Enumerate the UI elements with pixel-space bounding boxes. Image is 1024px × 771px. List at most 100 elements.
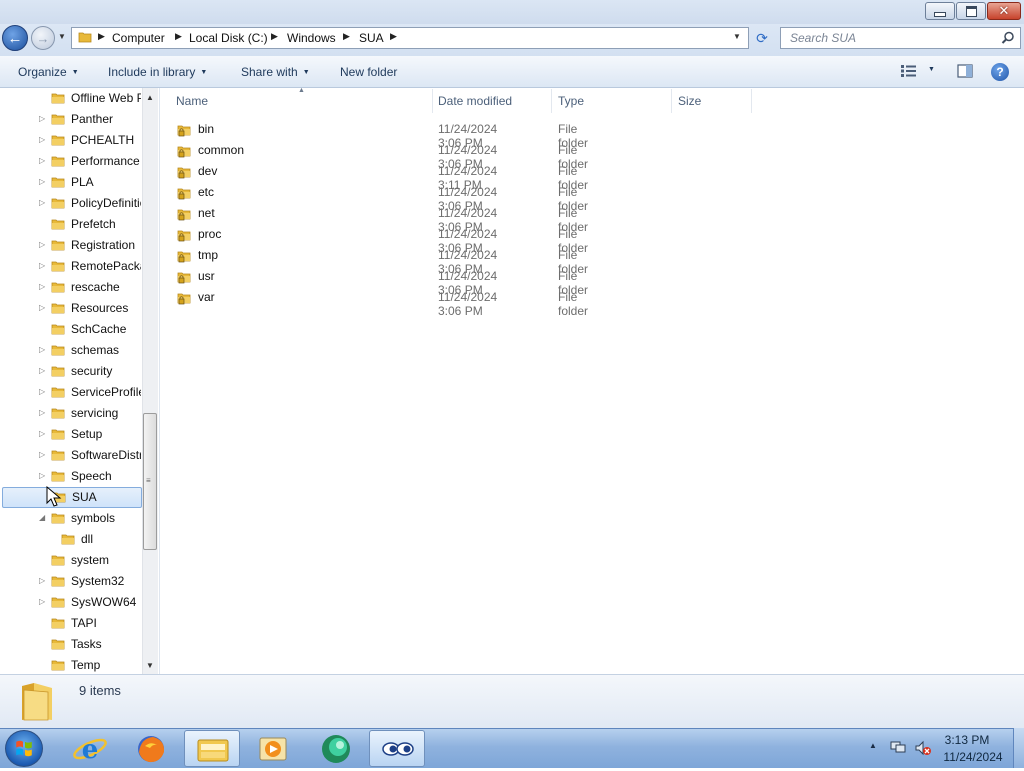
- recent-pages-dropdown[interactable]: ▼: [58, 32, 68, 44]
- file-name[interactable]: bin: [198, 122, 214, 136]
- clock-date[interactable]: 11/24/2024: [937, 750, 1009, 764]
- taskbar-eyes-app[interactable]: [369, 730, 425, 767]
- tree-item-tapi[interactable]: TAPI: [0, 613, 142, 634]
- tree-item-syswow64[interactable]: ▷ SysWOW64: [0, 592, 142, 613]
- expand-arrow-icon[interactable]: ▷: [39, 303, 45, 312]
- breadcrumb-separator-icon[interactable]: ▶: [175, 31, 182, 42]
- expand-arrow-icon[interactable]: ▷: [39, 429, 45, 438]
- start-button[interactable]: [5, 730, 43, 767]
- file-name[interactable]: dev: [198, 164, 217, 178]
- file-name[interactable]: etc: [198, 185, 214, 199]
- maximize-button[interactable]: [956, 2, 986, 20]
- tree-item-setup[interactable]: ▷ Setup: [0, 424, 142, 445]
- file-name[interactable]: usr: [198, 269, 215, 283]
- tree-item-remotepackages[interactable]: ▷ RemotePackages: [0, 256, 142, 277]
- help-icon[interactable]: ?: [991, 63, 1009, 81]
- tree-item-system32[interactable]: ▷ System32: [0, 571, 142, 592]
- organize-button[interactable]: Organize ▼: [18, 65, 79, 79]
- tree-item-security[interactable]: ▷ security: [0, 361, 142, 382]
- tree-item-rescache[interactable]: ▷ rescache: [0, 277, 142, 298]
- tree-item-system[interactable]: system: [0, 550, 142, 571]
- new-folder-button[interactable]: New folder: [340, 65, 397, 79]
- column-divider[interactable]: [751, 89, 752, 113]
- tree-item-pla[interactable]: ▷ PLA: [0, 172, 142, 193]
- breadcrumb-separator-icon[interactable]: ▶: [343, 31, 350, 42]
- forward-button[interactable]: →: [31, 26, 55, 50]
- tree-item-speech[interactable]: ▷ Speech: [0, 466, 142, 487]
- file-name[interactable]: var: [198, 290, 215, 304]
- taskbar-media-player[interactable]: [245, 730, 301, 767]
- taskbar-firefox[interactable]: [123, 730, 179, 767]
- close-button[interactable]: ✕: [987, 2, 1021, 20]
- taskbar-windows-explorer[interactable]: [184, 730, 240, 767]
- tree-item-sua[interactable]: SUA: [2, 487, 142, 508]
- expand-arrow-icon[interactable]: ▷: [39, 576, 45, 585]
- minimize-button[interactable]: [925, 2, 955, 20]
- column-divider[interactable]: [671, 89, 672, 113]
- tree-item-tasks[interactable]: Tasks: [0, 634, 142, 655]
- expand-arrow-icon[interactable]: ▷: [39, 261, 45, 270]
- tree-item-resources[interactable]: ▷ Resources: [0, 298, 142, 319]
- breadcrumb-local-disk[interactable]: Local Disk (C:): [189, 31, 268, 45]
- show-desktop-button[interactable]: [1013, 728, 1024, 768]
- breadcrumb-separator-icon[interactable]: ▶: [98, 31, 105, 42]
- breadcrumb-sua[interactable]: SUA: [359, 31, 384, 45]
- volume-muted-icon[interactable]: [914, 740, 932, 756]
- breadcrumb-separator-icon[interactable]: ▶: [271, 31, 278, 42]
- search-input[interactable]: Search SUA: [780, 27, 1021, 49]
- clock-time[interactable]: 3:13 PM: [937, 733, 997, 747]
- tree-item-serviceprofiles[interactable]: ▷ ServiceProfiles: [0, 382, 142, 403]
- expand-arrow-icon[interactable]: ▷: [39, 450, 45, 459]
- preview-pane-icon[interactable]: [957, 64, 973, 78]
- file-name[interactable]: tmp: [198, 248, 218, 262]
- nav-scrollbar[interactable]: [142, 88, 158, 674]
- expand-arrow-icon[interactable]: ▷: [39, 282, 45, 291]
- expand-arrow-icon[interactable]: ▷: [39, 156, 45, 165]
- tree-item-schemas[interactable]: ▷ schemas: [0, 340, 142, 361]
- taskbar-globe-app[interactable]: [308, 730, 364, 767]
- tree-item-prefetch[interactable]: Prefetch: [0, 214, 142, 235]
- column-header-size[interactable]: Size: [678, 94, 701, 108]
- file-name[interactable]: common: [198, 143, 244, 157]
- tree-item-offline-web-pages[interactable]: Offline Web Pages: [0, 88, 142, 109]
- include-in-library-button[interactable]: Include in library ▼: [108, 65, 207, 79]
- tree-item-performance[interactable]: ▷ Performance: [0, 151, 142, 172]
- search-icon[interactable]: [1001, 31, 1015, 45]
- expand-arrow-icon[interactable]: ▷: [39, 366, 45, 375]
- tree-item-symbols[interactable]: ◢ symbols: [0, 508, 142, 529]
- taskbar-internet-explorer[interactable]: e: [62, 730, 118, 767]
- tree-item-pchealth[interactable]: ▷ PCHEALTH: [0, 130, 142, 151]
- tree-item-servicing[interactable]: ▷ servicing: [0, 403, 142, 424]
- scroll-down-arrow-icon[interactable]: ▼: [146, 661, 154, 670]
- back-button[interactable]: ←: [2, 25, 28, 51]
- share-with-button[interactable]: Share with ▼: [241, 65, 310, 79]
- expand-arrow-icon[interactable]: ▷: [39, 597, 45, 606]
- tree-item-schcache[interactable]: SchCache: [0, 319, 142, 340]
- file-name[interactable]: net: [198, 206, 215, 220]
- change-view-icon[interactable]: [900, 64, 918, 78]
- column-header-date-modified[interactable]: Date modified: [438, 94, 512, 108]
- breadcrumb-separator-icon[interactable]: ▶: [390, 31, 397, 42]
- column-header-name[interactable]: Name: [176, 94, 208, 108]
- tree-item-registration[interactable]: ▷ Registration: [0, 235, 142, 256]
- tree-item-temp[interactable]: Temp: [0, 655, 142, 676]
- expand-arrow-icon[interactable]: ▷: [39, 408, 45, 417]
- expand-arrow-icon[interactable]: ▷: [39, 114, 45, 123]
- expand-arrow-icon[interactable]: ▷: [39, 177, 45, 186]
- address-history-dropdown[interactable]: ▼: [733, 32, 741, 41]
- column-header-type[interactable]: Type: [558, 94, 584, 108]
- tree-item-dll[interactable]: dll: [0, 529, 142, 550]
- expand-arrow-icon[interactable]: ▷: [39, 387, 45, 396]
- show-hidden-icons-button[interactable]: ▲: [869, 741, 877, 750]
- address-bar[interactable]: ▶ Computer ▶ Local Disk (C:) ▶ Windows ▶…: [71, 27, 749, 49]
- refresh-button[interactable]: ⟳: [751, 28, 773, 48]
- tree-item-policydefinitions[interactable]: ▷ PolicyDefinitions: [0, 193, 142, 214]
- scroll-up-arrow-icon[interactable]: ▲: [146, 93, 154, 102]
- column-divider[interactable]: [432, 89, 433, 113]
- expand-arrow-icon[interactable]: ▷: [39, 471, 45, 480]
- expand-arrow-icon[interactable]: ▷: [39, 198, 45, 207]
- expand-arrow-icon[interactable]: ▷: [39, 135, 45, 144]
- file-name[interactable]: proc: [198, 227, 221, 241]
- expand-arrow-icon[interactable]: ▷: [39, 240, 45, 249]
- tree-item-softwaredistribution[interactable]: ▷ SoftwareDistribution: [0, 445, 142, 466]
